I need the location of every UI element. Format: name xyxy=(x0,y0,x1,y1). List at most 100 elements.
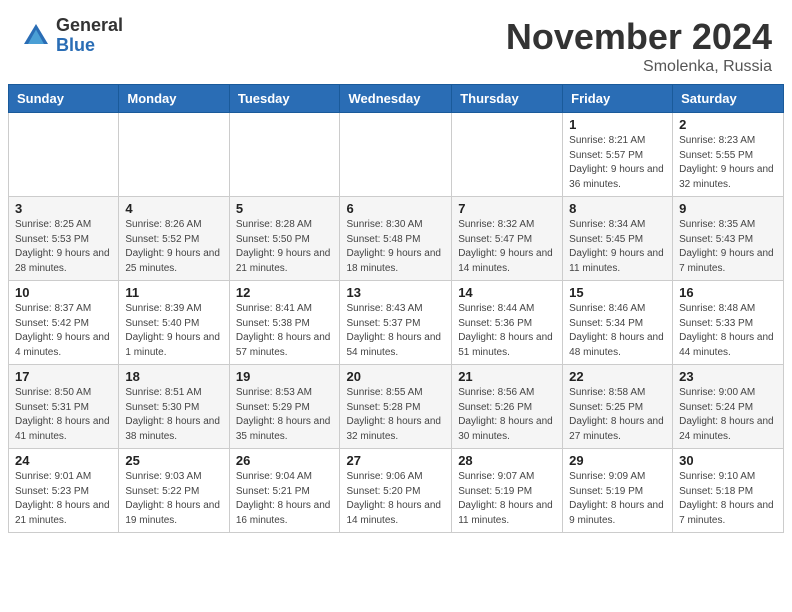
day-number: 29 xyxy=(569,453,666,468)
day-info: Sunrise: 8:56 AM Sunset: 5:26 PM Dayligh… xyxy=(458,386,556,444)
day-number: 26 xyxy=(236,453,334,468)
day-info: Sunrise: 8:26 AM Sunset: 5:52 PM Dayligh… xyxy=(125,218,222,276)
day-info: Sunrise: 8:58 AM Sunset: 5:25 PM Dayligh… xyxy=(569,386,666,444)
day-cell xyxy=(119,113,229,197)
title-block: November 2024 Smolenka, Russia xyxy=(506,16,772,76)
day-number: 12 xyxy=(236,285,334,300)
logo-icon xyxy=(20,20,52,52)
day-cell: 6 Sunrise: 8:30 AM Sunset: 5:48 PM Daylig… xyxy=(340,197,452,281)
day-number: 15 xyxy=(569,285,666,300)
day-cell: 8 Sunrise: 8:34 AM Sunset: 5:45 PM Daylig… xyxy=(563,197,673,281)
day-number: 16 xyxy=(679,285,777,300)
day-number: 23 xyxy=(679,369,777,384)
day-number: 14 xyxy=(458,285,556,300)
day-info: Sunrise: 8:25 AM Sunset: 5:53 PM Dayligh… xyxy=(15,218,112,276)
day-info: Sunrise: 8:53 AM Sunset: 5:29 PM Dayligh… xyxy=(236,386,334,444)
day-number: 6 xyxy=(346,201,445,216)
day-info: Sunrise: 8:50 AM Sunset: 5:31 PM Dayligh… xyxy=(15,386,112,444)
day-cell: 18Sunrise: 8:51 AM Sunset: 5:30 PM Dayli… xyxy=(119,365,229,449)
day-info: Sunrise: 8:55 AM Sunset: 5:28 PM Dayligh… xyxy=(346,386,445,444)
day-cell: 27 Sunrise: 9:06 AM Sunset: 5:20 PM Dayli… xyxy=(340,449,452,533)
day-cell: 10 Sunrise: 8:37 AM Sunset: 5:42 PM Dayli… xyxy=(9,281,119,365)
day-number: 7 xyxy=(458,201,556,216)
day-cell: 30Sunrise: 9:10 AM Sunset: 5:18 PM Dayli… xyxy=(673,449,784,533)
day-number: 4 xyxy=(125,201,222,216)
week-row-2: 3 Sunrise: 8:25 AM Sunset: 5:53 PM Daylig… xyxy=(9,197,784,281)
col-friday: Friday xyxy=(563,85,673,113)
day-cell: 7 Sunrise: 8:32 AM Sunset: 5:47 PM Daylig… xyxy=(452,197,563,281)
col-monday: Monday xyxy=(119,85,229,113)
day-number: 19 xyxy=(236,369,334,384)
day-cell: 2 Sunrise: 8:23 AM Sunset: 5:55 PM Daylig… xyxy=(673,113,784,197)
day-info: Sunrise: 8:28 AM Sunset: 5:50 PM Dayligh… xyxy=(236,218,334,276)
day-cell: 17 Sunrise: 8:50 AM Sunset: 5:31 PM Dayli… xyxy=(9,365,119,449)
day-info: Sunrise: 8:23 AM Sunset: 5:55 PM Dayligh… xyxy=(679,134,777,192)
day-number: 10 xyxy=(15,285,112,300)
day-info: Sunrise: 9:06 AM Sunset: 5:20 PM Dayligh… xyxy=(346,470,445,528)
day-number: 9 xyxy=(679,201,777,216)
day-info: Sunrise: 8:21 AM Sunset: 5:57 PM Dayligh… xyxy=(569,134,666,192)
day-cell: 21 Sunrise: 8:56 AM Sunset: 5:26 PM Dayli… xyxy=(452,365,563,449)
day-number: 20 xyxy=(346,369,445,384)
week-row-1: 1 Sunrise: 8:21 AM Sunset: 5:57 PM Daylig… xyxy=(9,113,784,197)
day-info: Sunrise: 9:03 AM Sunset: 5:22 PM Dayligh… xyxy=(125,470,222,528)
week-row-5: 24Sunrise: 9:01 AM Sunset: 5:23 PM Dayli… xyxy=(9,449,784,533)
day-number: 25 xyxy=(125,453,222,468)
day-cell: 26 Sunrise: 9:04 AM Sunset: 5:21 PM Dayli… xyxy=(229,449,340,533)
day-cell xyxy=(452,113,563,197)
day-number: 13 xyxy=(346,285,445,300)
day-info: Sunrise: 8:32 AM Sunset: 5:47 PM Dayligh… xyxy=(458,218,556,276)
day-cell xyxy=(340,113,452,197)
day-number: 11 xyxy=(125,285,222,300)
week-row-3: 10 Sunrise: 8:37 AM Sunset: 5:42 PM Dayli… xyxy=(9,281,784,365)
day-number: 8 xyxy=(569,201,666,216)
day-number: 2 xyxy=(679,117,777,132)
day-info: Sunrise: 8:34 AM Sunset: 5:45 PM Dayligh… xyxy=(569,218,666,276)
col-sunday: Sunday xyxy=(9,85,119,113)
day-cell xyxy=(229,113,340,197)
calendar-table: Sunday Monday Tuesday Wednesday Thursday… xyxy=(8,84,784,533)
day-cell: 9 Sunrise: 8:35 AM Sunset: 5:43 PM Daylig… xyxy=(673,197,784,281)
day-cell: 4 Sunrise: 8:26 AM Sunset: 5:52 PM Daylig… xyxy=(119,197,229,281)
day-cell: 13 Sunrise: 8:43 AM Sunset: 5:37 PM Dayli… xyxy=(340,281,452,365)
logo: General Blue xyxy=(20,16,123,56)
day-cell: 14 Sunrise: 8:44 AM Sunset: 5:36 PM Dayli… xyxy=(452,281,563,365)
day-number: 27 xyxy=(346,453,445,468)
day-info: Sunrise: 9:00 AM Sunset: 5:24 PM Dayligh… xyxy=(679,386,777,444)
logo-general: General xyxy=(56,16,123,36)
month-title: November 2024 xyxy=(506,16,772,58)
day-info: Sunrise: 8:44 AM Sunset: 5:36 PM Dayligh… xyxy=(458,302,556,360)
day-cell: 25 Sunrise: 9:03 AM Sunset: 5:22 PM Dayli… xyxy=(119,449,229,533)
day-cell: 5Sunrise: 8:28 AM Sunset: 5:50 PM Daylig… xyxy=(229,197,340,281)
day-info: Sunrise: 9:01 AM Sunset: 5:23 PM Dayligh… xyxy=(15,470,112,528)
day-info: Sunrise: 8:35 AM Sunset: 5:43 PM Dayligh… xyxy=(679,218,777,276)
day-info: Sunrise: 8:41 AM Sunset: 5:38 PM Dayligh… xyxy=(236,302,334,360)
day-number: 21 xyxy=(458,369,556,384)
col-tuesday: Tuesday xyxy=(229,85,340,113)
day-cell: 11Sunrise: 8:39 AM Sunset: 5:40 PM Dayli… xyxy=(119,281,229,365)
week-row-4: 17 Sunrise: 8:50 AM Sunset: 5:31 PM Dayli… xyxy=(9,365,784,449)
day-number: 22 xyxy=(569,369,666,384)
day-cell: 19 Sunrise: 8:53 AM Sunset: 5:29 PM Dayli… xyxy=(229,365,340,449)
day-info: Sunrise: 9:04 AM Sunset: 5:21 PM Dayligh… xyxy=(236,470,334,528)
day-cell: 24Sunrise: 9:01 AM Sunset: 5:23 PM Dayli… xyxy=(9,449,119,533)
day-info: Sunrise: 8:48 AM Sunset: 5:33 PM Dayligh… xyxy=(679,302,777,360)
calendar-header-row: Sunday Monday Tuesday Wednesday Thursday… xyxy=(9,85,784,113)
day-number: 17 xyxy=(15,369,112,384)
logo-blue: Blue xyxy=(56,36,123,56)
day-cell: 16 Sunrise: 8:48 AM Sunset: 5:33 PM Dayli… xyxy=(673,281,784,365)
day-info: Sunrise: 8:43 AM Sunset: 5:37 PM Dayligh… xyxy=(346,302,445,360)
col-wednesday: Wednesday xyxy=(340,85,452,113)
day-number: 3 xyxy=(15,201,112,216)
col-saturday: Saturday xyxy=(673,85,784,113)
day-cell: 28Sunrise: 9:07 AM Sunset: 5:19 PM Dayli… xyxy=(452,449,563,533)
day-info: Sunrise: 9:07 AM Sunset: 5:19 PM Dayligh… xyxy=(458,470,556,528)
day-cell: 22 Sunrise: 8:58 AM Sunset: 5:25 PM Dayli… xyxy=(563,365,673,449)
day-cell: 23 Sunrise: 9:00 AM Sunset: 5:24 PM Dayli… xyxy=(673,365,784,449)
day-number: 30 xyxy=(679,453,777,468)
day-info: Sunrise: 8:30 AM Sunset: 5:48 PM Dayligh… xyxy=(346,218,445,276)
day-info: Sunrise: 8:37 AM Sunset: 5:42 PM Dayligh… xyxy=(15,302,112,360)
day-info: Sunrise: 9:09 AM Sunset: 5:19 PM Dayligh… xyxy=(569,470,666,528)
day-cell: 20 Sunrise: 8:55 AM Sunset: 5:28 PM Dayli… xyxy=(340,365,452,449)
day-number: 1 xyxy=(569,117,666,132)
